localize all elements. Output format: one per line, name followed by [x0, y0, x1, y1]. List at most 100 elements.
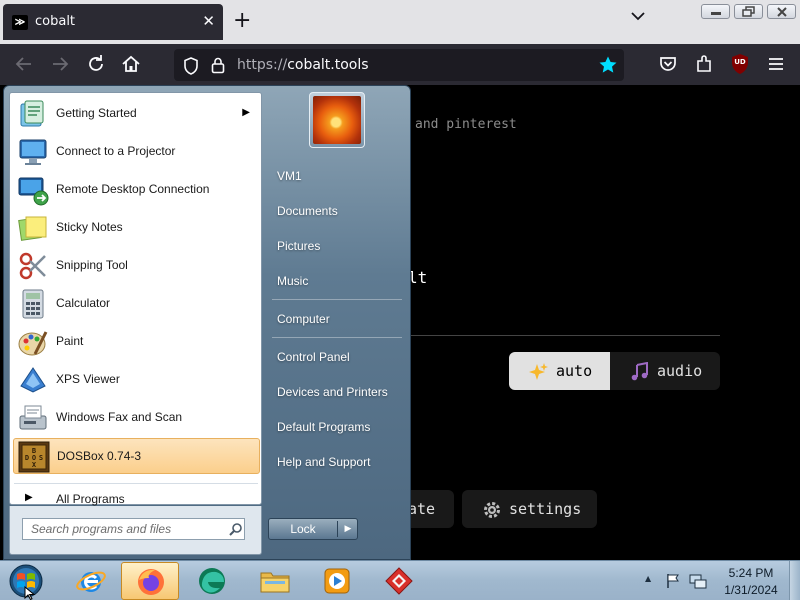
- calculator-icon: [22, 289, 44, 319]
- taskbar-app[interactable]: [370, 562, 428, 600]
- lock-button[interactable]: Lock ▶: [268, 518, 358, 540]
- taskbar-file-explorer[interactable]: [246, 562, 304, 600]
- minimize-button[interactable]: [701, 4, 730, 19]
- xps-viewer-icon: [20, 367, 46, 393]
- program-label: XPS Viewer: [56, 372, 120, 386]
- back-arrow-icon[interactable]: [13, 53, 35, 75]
- lock-split-divider: [337, 521, 338, 537]
- taskbar-edge[interactable]: [183, 562, 241, 600]
- place-control-panel[interactable]: Control Panel: [272, 344, 402, 372]
- program-label: Calculator: [56, 296, 111, 310]
- window-close-button[interactable]: [767, 4, 796, 19]
- program-getting-started[interactable]: Getting Started ▶: [13, 96, 260, 132]
- minimize-icon: [711, 12, 721, 15]
- program-xps-viewer[interactable]: XPS Viewer: [13, 362, 260, 398]
- paint-icon: [18, 331, 48, 356]
- music-note-icon: [631, 362, 648, 381]
- place-computer[interactable]: Computer: [272, 306, 402, 334]
- file-explorer-icon: [260, 572, 290, 593]
- place-devices-printers[interactable]: Devices and Printers: [272, 379, 402, 407]
- svg-text:D: D: [25, 454, 29, 462]
- network-icon[interactable]: [689, 572, 707, 590]
- submenu-arrow-icon: ▶: [242, 107, 250, 118]
- settings-label: settings: [509, 500, 582, 518]
- internet-explorer-icon: [76, 571, 106, 592]
- ublock-badge: UD: [734, 58, 746, 66]
- program-snipping-tool[interactable]: Snipping Tool: [13, 248, 260, 284]
- media-player-icon: [324, 568, 350, 594]
- user-picture-flower: [313, 96, 361, 144]
- ublock-icon[interactable]: UD: [729, 53, 751, 75]
- start-search-area: Search programs and files: [9, 506, 262, 555]
- program-calculator[interactable]: Calculator: [13, 286, 260, 322]
- place-help-support[interactable]: Help and Support: [272, 449, 402, 477]
- program-sticky-notes[interactable]: Sticky Notes: [13, 210, 260, 246]
- action-center-flag-icon[interactable]: [666, 573, 680, 589]
- program-label: Getting Started: [56, 106, 137, 120]
- place-music[interactable]: Music: [272, 268, 402, 296]
- bookmark-star-icon[interactable]: [598, 55, 618, 75]
- url-text[interactable]: https://cobalt.tools: [237, 57, 369, 73]
- reload-icon[interactable]: [85, 53, 107, 75]
- new-tab-button[interactable]: +: [233, 8, 251, 34]
- extensions-icon[interactable]: [693, 53, 715, 75]
- user-avatar[interactable]: [309, 92, 365, 148]
- remote-desktop-icon: [18, 177, 49, 206]
- cobalt-favicon-icon: ≫: [12, 15, 28, 30]
- taskbar-firefox[interactable]: [121, 562, 179, 600]
- show-desktop-button[interactable]: [789, 561, 800, 600]
- mode-audio-label: audio: [657, 362, 703, 380]
- restore-button[interactable]: [734, 4, 763, 19]
- divider: [408, 335, 720, 336]
- shutdown-options-arrow-icon[interactable]: ▶: [340, 519, 356, 539]
- program-label: Snipping Tool: [56, 258, 128, 272]
- taskbar: ▲ 5:24 PM 1/31/2024: [0, 560, 800, 600]
- pocket-icon[interactable]: [657, 53, 679, 75]
- lock-icon[interactable]: [210, 56, 226, 74]
- program-fax-scan[interactable]: Windows Fax and Scan: [13, 400, 260, 436]
- firefox-icon: [138, 569, 164, 595]
- start-menu-programs-pane: Getting Started ▶ Connect to a Projector…: [9, 92, 262, 506]
- app-icon: [385, 567, 413, 595]
- search-icon[interactable]: [229, 522, 243, 536]
- tab-cobalt[interactable]: ≫ cobalt ✕: [3, 4, 223, 40]
- taskbar-internet-explorer[interactable]: [62, 562, 120, 600]
- gear-icon: [484, 502, 500, 518]
- url-bar[interactable]: https://cobalt.tools: [174, 49, 624, 81]
- download-mode-auto-button[interactable]: auto: [509, 352, 610, 390]
- dosbox-icon: BD O SX: [18, 441, 50, 473]
- tracking-protection-shield-icon[interactable]: [183, 57, 199, 75]
- browser-tab-bar: ≫ cobalt ✕ +: [0, 0, 800, 44]
- sticky-notes-icon: [18, 216, 47, 241]
- settings-button[interactable]: settings: [462, 490, 597, 528]
- place-pictures[interactable]: Pictures: [272, 233, 402, 261]
- forward-arrow-icon[interactable]: [49, 53, 71, 75]
- taskbar-media-player[interactable]: [308, 562, 366, 600]
- program-remote-desktop[interactable]: Remote Desktop Connection: [13, 172, 260, 208]
- show-hidden-icons-button[interactable]: ▲: [645, 574, 651, 583]
- list-all-tabs-button[interactable]: [630, 10, 650, 32]
- place-documents[interactable]: Documents: [272, 198, 402, 226]
- places-separator: [272, 337, 402, 338]
- tab-close-icon[interactable]: ✕: [202, 12, 215, 30]
- sparkles-icon: [529, 363, 548, 380]
- place-vm1[interactable]: VM1: [272, 163, 402, 191]
- menu-icon[interactable]: [765, 53, 787, 75]
- program-connect-projector[interactable]: Connect to a Projector: [13, 134, 260, 170]
- mode-auto-label: auto: [556, 362, 593, 380]
- place-default-programs[interactable]: Default Programs: [272, 414, 402, 442]
- clock-date[interactable]: 1/31/2024: [716, 583, 786, 597]
- clock-time[interactable]: 5:24 PM: [716, 566, 786, 580]
- home-icon[interactable]: [120, 53, 142, 75]
- lock-label: Lock: [290, 522, 316, 536]
- start-search-input[interactable]: Search programs and files: [22, 518, 245, 540]
- restore-icon: [742, 6, 755, 17]
- projector-icon: [19, 139, 47, 165]
- program-paint[interactable]: Paint: [13, 324, 260, 360]
- program-dosbox[interactable]: BDOSX DOSBox 0.74-3: [13, 438, 260, 474]
- start-menu: Getting Started ▶ Connect to a Projector…: [3, 85, 411, 560]
- download-mode-audio-button[interactable]: audio: [610, 352, 720, 390]
- getting-started-icon: [20, 100, 44, 127]
- places-separator: [272, 299, 402, 300]
- edge-icon: [199, 568, 225, 594]
